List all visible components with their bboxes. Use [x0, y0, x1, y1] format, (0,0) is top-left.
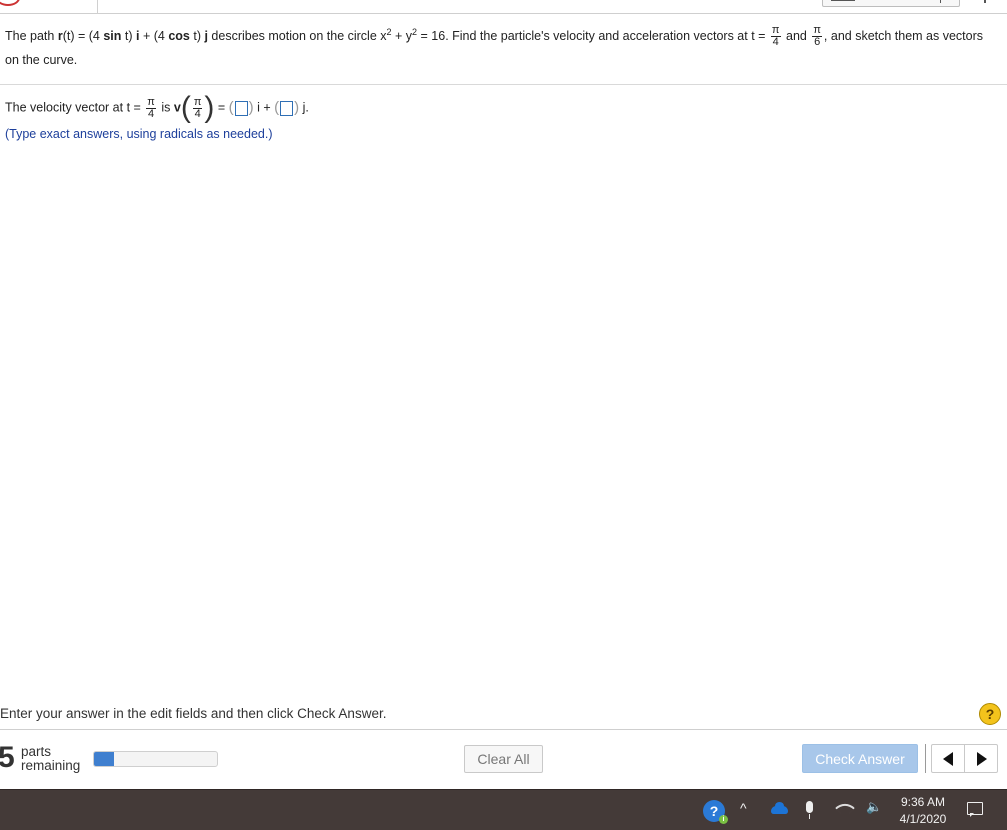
notification-center-icon[interactable]	[967, 802, 983, 817]
answer-fraction: π4	[146, 95, 156, 120]
clock[interactable]: 9:36 AM 4/1/2020	[892, 794, 954, 828]
next-button[interactable]	[966, 745, 998, 772]
logo-icon	[0, 0, 20, 6]
wifi-icon[interactable]	[835, 798, 855, 818]
answer-line: The velocity vector at t = π4 is v(π 4) =…	[5, 91, 309, 124]
microphone-icon[interactable]	[806, 801, 813, 819]
arrow-left-icon	[943, 752, 953, 766]
footer-divider	[0, 729, 1007, 730]
answer-inner-fraction: π4	[192, 95, 203, 120]
fraction-pi-over-6: π6	[812, 24, 822, 49]
menu-dots-icon[interactable]	[984, 0, 986, 3]
clear-all-button[interactable]: Clear All	[464, 745, 543, 773]
divider	[0, 84, 1007, 85]
top-header-strip	[0, 0, 1007, 14]
velocity-i-input[interactable]	[234, 100, 248, 116]
instruction-text: Enter your answer in the edit fields and…	[0, 706, 387, 721]
parts-remaining-label: parts remaining	[21, 744, 81, 773]
volume-icon[interactable]: 🔈	[866, 799, 882, 815]
velocity-j-input[interactable]	[280, 100, 294, 116]
windows-taskbar: ? i ^ 🔈 9:36 AM 4/1/2020	[0, 789, 1007, 830]
question-text: The path r(t) = (4 sin t) i + (4 cos t) …	[5, 24, 984, 68]
arrow-right-icon	[977, 752, 987, 766]
progress-bar	[93, 751, 218, 767]
help-icon[interactable]: ?	[979, 703, 1001, 725]
previous-button[interactable]	[932, 745, 964, 772]
header-select-box[interactable]	[822, 0, 960, 7]
parts-remaining-count: 5	[0, 741, 15, 774]
check-answer-button[interactable]: Check Answer	[802, 744, 918, 773]
onedrive-cloud-icon[interactable]	[771, 802, 788, 814]
nav-separator	[925, 744, 926, 773]
show-hidden-icons-chevron-icon[interactable]: ^	[740, 800, 747, 816]
fraction-pi-over-4: π4	[770, 24, 781, 49]
help-tray-icon[interactable]: ? i	[703, 800, 728, 824]
header-divider	[97, 0, 98, 14]
progress-fill	[94, 752, 114, 766]
question-nav	[931, 744, 998, 773]
hint-text: (Type exact answers, using radicals as n…	[5, 127, 273, 141]
